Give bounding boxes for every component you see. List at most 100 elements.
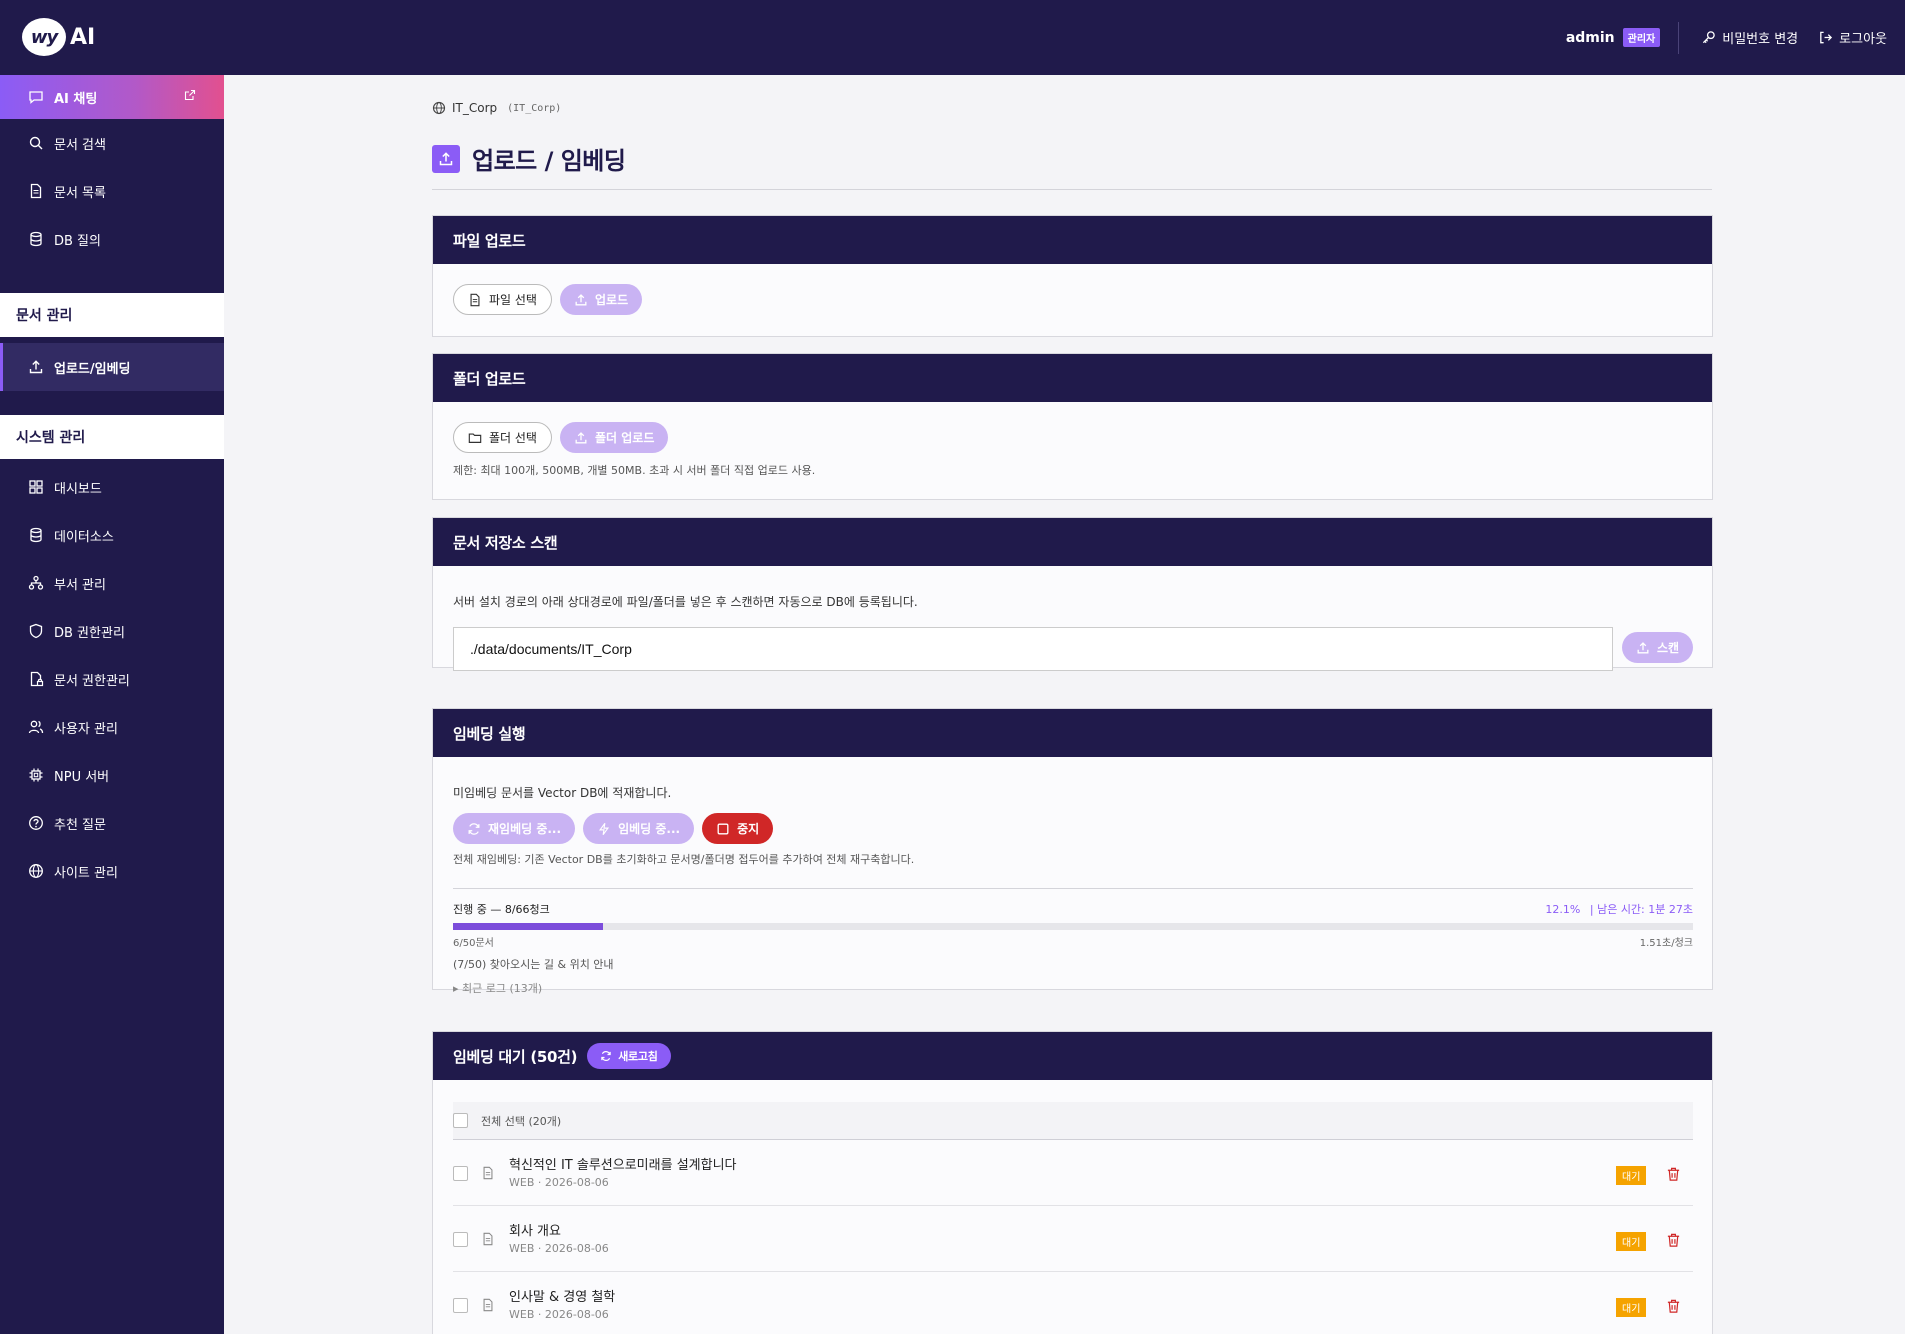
sidebar-item-site-management[interactable]: 사이트 관리 xyxy=(0,847,224,895)
status-badge: 대기 xyxy=(1616,1166,1647,1185)
button-label: 파일 선택 xyxy=(489,293,537,307)
sidebar-item-db-permissions[interactable]: DB 권한관리 xyxy=(0,607,224,655)
upload-icon xyxy=(1637,641,1649,653)
scan-path-input[interactable]: ./data/documents/IT_Corp xyxy=(453,627,1613,671)
trash-icon[interactable] xyxy=(1666,1232,1681,1248)
database-icon xyxy=(30,231,42,247)
card-title: 임베딩 실행 xyxy=(433,709,1712,757)
sidebar-item-doc-search[interactable]: 문서 검색 xyxy=(0,119,224,167)
sidebar-item-label: 데이터소스 xyxy=(54,529,114,545)
sidebar-item-doc-list[interactable]: 문서 목록 xyxy=(0,167,224,215)
chip-icon xyxy=(29,768,43,782)
progress-percent: 12.1% xyxy=(1545,903,1581,916)
sidebar-item-npu-server[interactable]: NPU 서버 xyxy=(0,751,224,799)
upload-button[interactable]: 업로드 xyxy=(559,284,643,315)
folder-select-button[interactable]: 폴더 선택 xyxy=(453,422,552,453)
sidebar-item-label: 문서 검색 xyxy=(54,137,106,153)
row-title: 인사말 & 경영 철학 xyxy=(509,1290,616,1305)
progress-rate: 1.51초/청크 xyxy=(1639,938,1693,949)
sidebar-item-datasource[interactable]: 데이터소스 xyxy=(0,511,224,559)
row-title: 회사 개요 xyxy=(509,1224,561,1239)
sidebar-item-db-query[interactable]: DB 질의 xyxy=(0,215,224,263)
refresh-icon xyxy=(601,1051,611,1061)
folder-upload-card: 폴더 업로드 폴더 선택 폴더 업로드 제한: 최대 100개, 500MB, … xyxy=(432,353,1713,500)
help-circle-icon xyxy=(29,816,43,830)
card-title: 폴더 업로드 xyxy=(433,354,1712,402)
sidebar: AI 채팅 문서 검색 문서 목록 DB 질의 문서 관리 업로드/임베딩 시스… xyxy=(0,75,224,1334)
row-checkbox[interactable] xyxy=(453,1232,468,1247)
trash-icon[interactable] xyxy=(1666,1166,1681,1182)
card-title: 파일 업로드 xyxy=(433,216,1712,264)
refresh-icon xyxy=(468,822,480,835)
table-row: 혁신적인 IT 솔루션으로미래를 설계합니다 WEB · 2026-08-06 … xyxy=(453,1140,1693,1206)
document-icon xyxy=(483,1166,493,1180)
external-link-icon xyxy=(184,89,196,101)
embedding-description: 미임베딩 문서를 Vector DB에 적재합니다. xyxy=(453,786,672,800)
stop-button[interactable]: 중지 xyxy=(702,813,774,844)
logout-button[interactable]: 로그아웃 xyxy=(1818,28,1887,47)
embed-button[interactable]: 임베딩 중... xyxy=(583,813,695,844)
sidebar-item-label: 사이트 관리 xyxy=(54,865,118,881)
shield-icon xyxy=(29,623,43,639)
sidebar-item-doc-permissions[interactable]: 문서 권한관리 xyxy=(0,655,224,703)
sidebar-item-dashboard[interactable]: 대시보드 xyxy=(0,463,224,511)
globe-icon xyxy=(29,864,43,878)
table-row: 인사말 & 경영 철학 WEB · 2026-08-06 대기 xyxy=(453,1272,1693,1334)
document-icon xyxy=(483,1298,493,1312)
progress-docs: 6/50문서 xyxy=(453,938,494,949)
breadcrumb-site: IT_Corp xyxy=(452,101,498,115)
button-label: 임베딩 중... xyxy=(618,822,681,836)
file-select-button[interactable]: 파일 선택 xyxy=(453,284,552,315)
button-label: 새로고침 xyxy=(618,1050,658,1063)
scan-button[interactable]: 스캔 xyxy=(1622,632,1694,663)
sidebar-item-users[interactable]: 사용자 관리 xyxy=(0,703,224,751)
sidebar-item-label: 업로드/임베딩 xyxy=(54,361,131,377)
card-header: 임베딩 대기 (50건) 새로고침 xyxy=(433,1032,1712,1080)
search-icon xyxy=(29,136,43,150)
logo-text: AI xyxy=(70,24,96,50)
sidebar-section-system-management: 시스템 관리 xyxy=(0,415,224,459)
logout-label: 로그아웃 xyxy=(1839,32,1887,47)
reembed-hint: 전체 재임베딩: 기존 Vector DB를 초기화하고 문서명/폴더명 접두어… xyxy=(453,853,915,866)
chat-icon xyxy=(29,91,43,104)
sidebar-item-label: 문서 권한관리 xyxy=(54,673,130,689)
sidebar-item-suggested-questions[interactable]: 추천 질문 xyxy=(0,799,224,847)
button-label: 폴더 업로드 xyxy=(594,431,655,445)
row-meta: WEB · 2026-08-06 xyxy=(509,1242,609,1255)
row-checkbox[interactable] xyxy=(453,1166,468,1181)
progress-status: 진행 중 — 8/66청크 xyxy=(453,903,550,916)
dashboard-icon xyxy=(29,480,43,494)
upload-icon xyxy=(575,431,587,443)
reembed-button[interactable]: 재임베딩 중... xyxy=(453,813,576,844)
change-password-button[interactable]: 비밀번호 변경 xyxy=(1701,28,1798,47)
sidebar-item-departments[interactable]: 부서 관리 xyxy=(0,559,224,607)
sidebar-item-label: 사용자 관리 xyxy=(54,721,118,737)
row-checkbox[interactable] xyxy=(453,1298,468,1313)
refresh-button[interactable]: 새로고침 xyxy=(587,1043,671,1069)
select-all-checkbox[interactable] xyxy=(453,1113,468,1128)
repository-scan-card: 문서 저장소 스캔 서버 설치 경로의 아래 상대경로에 파일/폴더를 넣은 후… xyxy=(432,517,1713,671)
button-label: 업로드 xyxy=(594,293,629,307)
upload-icon xyxy=(575,293,587,305)
status-badge: 대기 xyxy=(1616,1298,1647,1317)
sidebar-item-label: 부서 관리 xyxy=(54,577,106,593)
key-icon xyxy=(1703,31,1716,44)
sidebar-item-label: 대시보드 xyxy=(54,481,102,497)
page-title: 업로드 / 임베딩 xyxy=(472,147,626,175)
button-label: 폴더 선택 xyxy=(489,431,537,445)
document-icon xyxy=(470,293,480,306)
sidebar-item-ai-chat[interactable]: AI 채팅 xyxy=(0,75,224,119)
recent-logs-toggle[interactable]: ▸ 최근 로그 (13개) xyxy=(453,980,1693,996)
folder-upload-button[interactable]: 폴더 업로드 xyxy=(559,422,669,453)
logo[interactable]: wy AI xyxy=(22,18,95,56)
trash-icon[interactable] xyxy=(1666,1298,1681,1314)
sidebar-item-label: 추천 질문 xyxy=(54,817,106,833)
logout-icon xyxy=(1820,31,1833,44)
sidebar-item-label: 문서 목록 xyxy=(54,185,106,201)
sidebar-item-upload-embedding[interactable]: 업로드/임베딩 xyxy=(0,343,224,391)
progress-track xyxy=(453,923,1693,930)
card-title: 문서 저장소 스캔 xyxy=(433,518,1712,566)
database-icon xyxy=(30,527,42,543)
embedding-run-card: 임베딩 실행 미임베딩 문서를 Vector DB에 적재합니다. 재임베딩 중… xyxy=(432,708,1713,995)
document-lock-icon xyxy=(30,671,44,687)
